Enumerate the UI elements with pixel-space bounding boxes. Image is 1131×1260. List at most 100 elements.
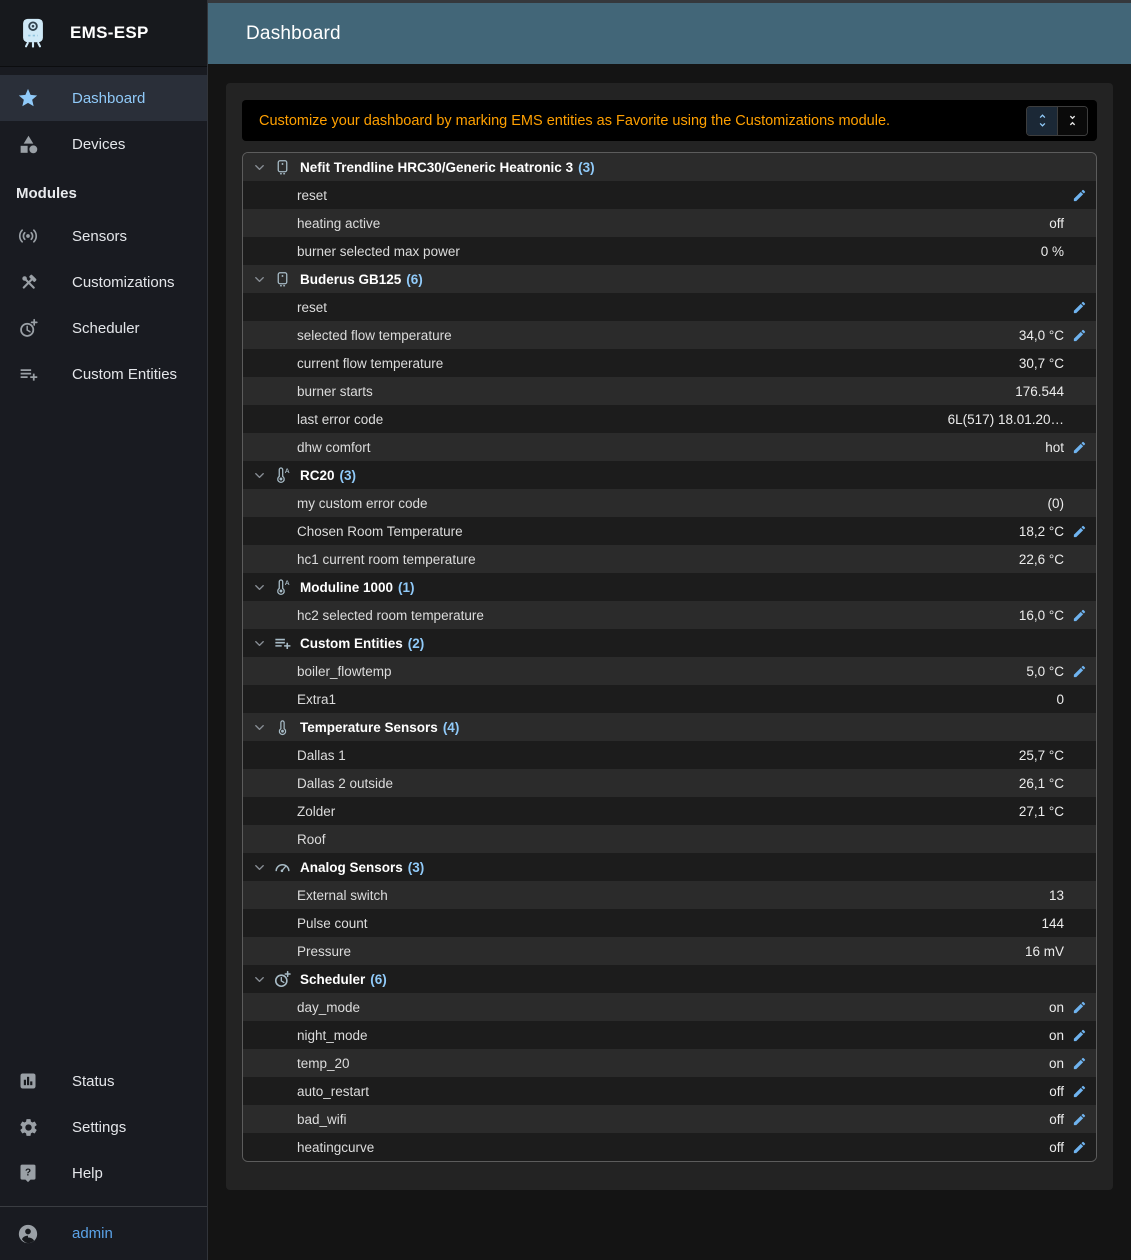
- main-area: Dashboard Customize your dashboard by ma…: [208, 0, 1131, 1260]
- thermostat-icon: A: [273, 466, 292, 484]
- entity-label: Zolder: [297, 804, 335, 819]
- entity-label: reset: [297, 188, 327, 203]
- group-header-nefit-trendline-hrc30-generic-heatronic-3[interactable]: Nefit Trendline HRC30/Generic Heatronic …: [243, 153, 1096, 181]
- group-header-custom-entities[interactable]: Custom Entities(2): [243, 629, 1096, 657]
- chevron-down-icon[interactable]: [252, 468, 268, 483]
- group-name: Custom Entities: [300, 636, 403, 651]
- sidebar-item-label: Scheduler: [72, 320, 140, 337]
- edit-pencil-icon[interactable]: [1064, 1000, 1095, 1015]
- entity-label: bad_wifi: [297, 1112, 347, 1127]
- entity-label: Dallas 1: [297, 748, 346, 763]
- collapse-all-button[interactable]: [1057, 107, 1087, 135]
- sidebar-item-custom-entities[interactable]: Custom Entities: [0, 351, 207, 397]
- more-time-icon: [273, 969, 292, 990]
- group-header-scheduler[interactable]: Scheduler(6): [243, 965, 1096, 993]
- entity-value: 26,1 °C: [1019, 776, 1064, 791]
- group-name: Buderus GB125: [300, 272, 401, 287]
- entity-row-burner-selected-max-power: burner selected max power0 %: [243, 237, 1096, 265]
- group-count: (3): [578, 160, 595, 175]
- edit-pencil-icon[interactable]: [1064, 1112, 1095, 1127]
- entity-value: 25,7 °C: [1019, 748, 1064, 763]
- boiler-logo-icon: [16, 15, 52, 51]
- entity-row-dallas-2-outside: Dallas 2 outside 26,1 °C: [243, 769, 1096, 797]
- gauge-icon: [273, 858, 292, 877]
- entity-row-chosen-room-temperature: Chosen Room Temperature18,2 °C: [243, 517, 1096, 545]
- entity-label: selected flow temperature: [297, 328, 452, 343]
- edit-pencil-icon[interactable]: [1064, 188, 1095, 203]
- playlist-add-icon: [273, 633, 292, 654]
- edit-pencil-icon[interactable]: [1064, 524, 1095, 539]
- group-count: (4): [443, 720, 460, 735]
- entity-row-pulse-count: Pulse count144: [243, 909, 1096, 937]
- entity-value: 16 mV: [1025, 944, 1064, 959]
- entity-row-last-error-code: last error code6L(517) 18.01.20…: [243, 405, 1096, 433]
- edit-pencil-icon[interactable]: [1064, 1028, 1095, 1043]
- username-label: admin: [72, 1225, 113, 1242]
- sidebar-item-scheduler[interactable]: Scheduler: [0, 305, 207, 351]
- entity-value: 22,6 °C: [1019, 552, 1064, 567]
- group-header-moduline-1000[interactable]: AModuline 1000(1): [243, 573, 1096, 601]
- app-title: EMS-ESP: [70, 23, 149, 43]
- sidebar-item-customizations[interactable]: Customizations: [0, 259, 207, 305]
- group-header-rc20[interactable]: A RC20 (3): [243, 461, 1096, 489]
- sensors-icon: [16, 225, 40, 247]
- group-count: (6): [370, 972, 387, 987]
- chevron-down-icon[interactable]: [252, 860, 268, 875]
- chevron-down-icon[interactable]: [252, 160, 268, 175]
- entity-label: Dallas 2 outside: [297, 776, 393, 791]
- sidebar: EMS-ESP Dashboard Devices Modules Sensors…: [0, 0, 208, 1260]
- sidebar-item-settings[interactable]: Settings: [0, 1104, 207, 1150]
- dashboard-card: Customize your dashboard by marking EMS …: [226, 83, 1113, 1190]
- entity-label: Pressure: [297, 944, 351, 959]
- group-name: RC20: [300, 468, 335, 483]
- entity-label: Extra1: [297, 692, 336, 707]
- entity-label: Roof: [297, 832, 326, 847]
- sidebar-item-sensors[interactable]: Sensors: [0, 213, 207, 259]
- sidebar-main-nav: Dashboard Devices: [0, 67, 207, 167]
- expand-all-button[interactable]: [1027, 107, 1057, 135]
- edit-pencil-icon[interactable]: [1064, 664, 1095, 679]
- entity-row-bad-wifi: bad_wifioff: [243, 1105, 1096, 1133]
- star-icon: [16, 87, 40, 109]
- group-count: (3): [340, 468, 357, 483]
- edit-pencil-icon[interactable]: [1064, 1140, 1095, 1155]
- edit-pencil-icon[interactable]: [1064, 608, 1095, 623]
- entity-label: boiler_flowtemp: [297, 664, 392, 679]
- group-header-temperature-sensors[interactable]: Temperature Sensors(4): [243, 713, 1096, 741]
- entity-value: on: [1049, 1000, 1064, 1015]
- sidebar-item-dashboard[interactable]: Dashboard: [0, 75, 207, 121]
- entity-label: last error code: [297, 412, 383, 427]
- chevron-down-icon[interactable]: [252, 580, 268, 595]
- chevron-down-icon[interactable]: [252, 972, 268, 987]
- entity-value: off: [1049, 1140, 1064, 1155]
- group-header-analog-sensors[interactable]: Analog Sensors(3): [243, 853, 1096, 881]
- entity-label: reset: [297, 300, 327, 315]
- boiler-icon: [273, 270, 292, 289]
- group-name: Moduline 1000: [300, 580, 393, 595]
- edit-pencil-icon[interactable]: [1064, 1084, 1095, 1099]
- sidebar-item-label: Dashboard: [72, 90, 145, 107]
- group-count: (1): [398, 580, 415, 595]
- entity-row-day-mode: day_modeon: [243, 993, 1096, 1021]
- unfold-less-icon: [1064, 112, 1081, 129]
- edit-pencil-icon[interactable]: [1064, 328, 1095, 343]
- modules-section-header: Modules: [0, 167, 207, 213]
- sidebar-item-label: Devices: [72, 136, 125, 153]
- chevron-down-icon[interactable]: [252, 720, 268, 735]
- edit-pencil-icon[interactable]: [1064, 440, 1095, 455]
- chevron-down-icon[interactable]: [252, 636, 268, 651]
- sidebar-item-status[interactable]: Status: [0, 1058, 207, 1104]
- edit-pencil-icon[interactable]: [1064, 1056, 1095, 1071]
- sidebar-item-admin[interactable]: admin: [0, 1207, 207, 1260]
- sidebar-item-help[interactable]: ?Help: [0, 1150, 207, 1196]
- group-header-buderus-gb125[interactable]: Buderus GB125(6): [243, 265, 1096, 293]
- unfold-more-icon: [1034, 112, 1051, 129]
- entity-label: heating active: [297, 216, 380, 231]
- entity-label: burner starts: [297, 384, 373, 399]
- sidebar-item-devices[interactable]: Devices: [0, 121, 207, 167]
- chevron-down-icon[interactable]: [252, 272, 268, 287]
- svg-text:A: A: [284, 468, 289, 475]
- sidebar-item-label: Sensors: [72, 228, 127, 245]
- edit-pencil-icon[interactable]: [1064, 300, 1095, 315]
- entity-label: auto_restart: [297, 1084, 369, 1099]
